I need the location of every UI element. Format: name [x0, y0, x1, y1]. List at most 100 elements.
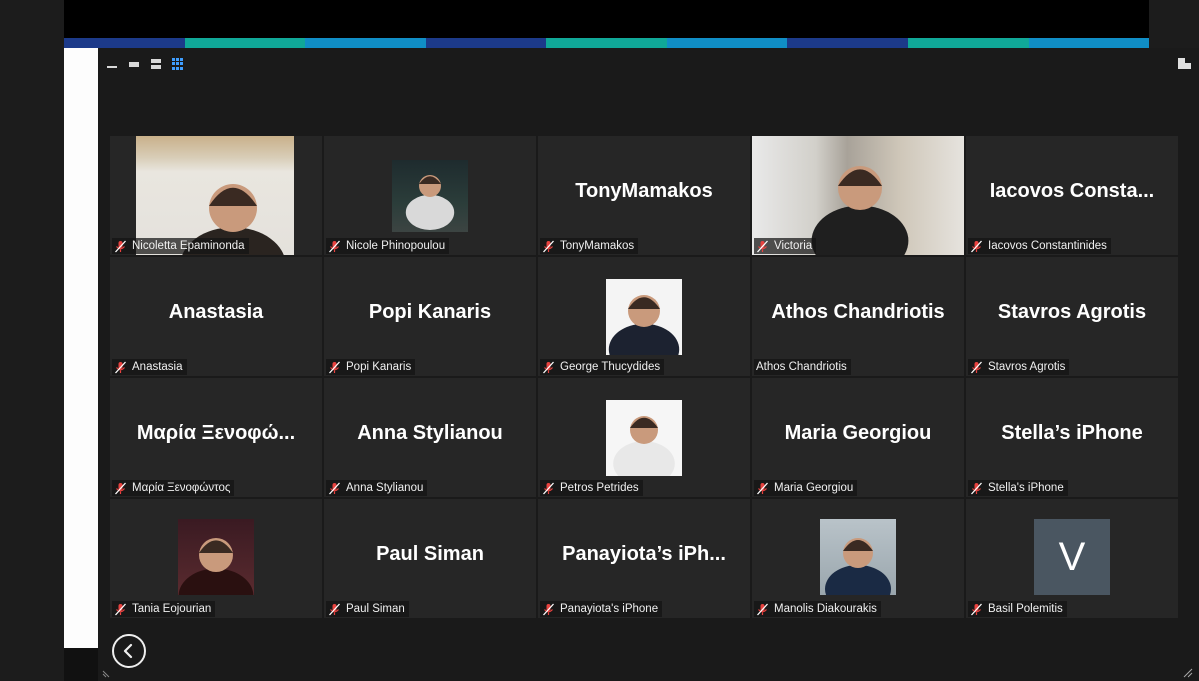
participant-tile[interactable]: Popi Kanaris Popi Kanaris: [324, 257, 536, 376]
participant-name-label: Μαρία Ξενοφώντος: [112, 480, 235, 496]
participant-video: [606, 279, 682, 355]
participant-name: Popi Kanaris: [346, 361, 412, 373]
participant-name-label: George Thucydides: [540, 359, 665, 375]
participant-tile[interactable]: Iacovos Consta... Iacovos Constantinides: [966, 136, 1178, 255]
participant-tile[interactable]: Μαρία Ξενοφώ... Μαρία Ξενοφώντος: [110, 378, 322, 497]
participant-name: Stella's iPhone: [988, 482, 1064, 494]
mic-muted-icon: [542, 603, 555, 616]
side-panel-bottom: [64, 648, 98, 681]
view-toolbar: [106, 56, 184, 72]
participant-display-name: Μαρία Ξενοφώ...: [136, 422, 296, 444]
screen-bezel-right: [1149, 0, 1199, 48]
grid-layout-icon[interactable]: [172, 58, 184, 70]
stripe-segment: [787, 38, 908, 48]
participant-name-label: Athos Chandriotis: [754, 359, 851, 375]
avatar: V: [1034, 519, 1110, 595]
participant-name: Basil Polemitis: [988, 603, 1063, 615]
participant-tile[interactable]: Panayiota’s iPh... Panayiota's iPhone: [538, 499, 750, 618]
participant-name: Μαρία Ξενοφώντος: [132, 482, 231, 494]
participant-name-label: Popi Kanaris: [326, 359, 416, 375]
resize-grip-right-icon[interactable]: [1183, 668, 1193, 678]
stripe-segment: [425, 38, 547, 48]
layout-toggle-icon[interactable]: [1178, 58, 1191, 69]
participant-name-label: Panayiota's iPhone: [540, 601, 663, 617]
participant-name: Victoria: [774, 240, 813, 252]
mic-muted-icon: [114, 603, 127, 616]
participant-tile[interactable]: Victoria: [752, 136, 964, 255]
participant-tile[interactable]: Nicole Phinopoulou: [324, 136, 536, 255]
participant-name-label: Anna Stylianou: [326, 480, 428, 496]
meeting-window: Nicoletta Epaminonda Nicole Phinopoulou To…: [98, 48, 1199, 681]
participant-video: [178, 519, 254, 595]
participant-name-label: TonyMamakos: [540, 238, 639, 254]
participant-name: George Thucydides: [560, 361, 661, 373]
participant-name-label: Tania Eojourian: [112, 601, 216, 617]
participant-display-name: Stavros Agrotis: [997, 301, 1147, 323]
participant-video: [392, 160, 468, 232]
participant-tile[interactable]: Petros Petrides: [538, 378, 750, 497]
participant-name: Nicoletta Epaminonda: [132, 240, 245, 252]
participant-tile[interactable]: Maria Georgiou Maria Georgiou: [752, 378, 964, 497]
participant-name: Petros Petrides: [560, 482, 639, 494]
mic-muted-icon: [970, 482, 983, 495]
mic-muted-icon: [970, 240, 983, 253]
mic-muted-icon: [114, 361, 127, 374]
participant-tile[interactable]: V Basil Polemitis: [966, 499, 1178, 618]
top-bar: [64, 0, 1149, 38]
participant-name: Tania Eojourian: [132, 603, 212, 615]
participant-display-name: Anastasia: [168, 301, 264, 323]
participant-tile[interactable]: Stavros Agrotis Stavros Agrotis: [966, 257, 1178, 376]
participant-name-label: Stella's iPhone: [968, 480, 1068, 496]
participant-display-name: Maria Georgiou: [784, 422, 932, 444]
participant-name-label: Maria Georgiou: [754, 480, 858, 496]
stripe-segment: [907, 38, 1029, 48]
resize-grip-left-icon[interactable]: [102, 670, 110, 678]
participant-tile[interactable]: George Thucydides: [538, 257, 750, 376]
participant-display-name: Anna Stylianou: [357, 422, 503, 444]
participant-display-name: TonyMamakos: [575, 180, 713, 202]
participant-name: Anna Stylianou: [346, 482, 424, 494]
participant-grid: Nicoletta Epaminonda Nicole Phinopoulou To…: [110, 136, 1178, 620]
stripe-segment: [546, 38, 667, 48]
accent-stripe: [64, 38, 1150, 48]
mic-muted-icon: [114, 482, 127, 495]
participant-tile[interactable]: Manolis Diakourakis: [752, 499, 964, 618]
participant-tile[interactable]: Stella’s iPhone Stella's iPhone: [966, 378, 1178, 497]
participant-tile[interactable]: Anastasia Anastasia: [110, 257, 322, 376]
participant-tile[interactable]: TonyMamakos TonyMamakos: [538, 136, 750, 255]
participant-name-label: Basil Polemitis: [968, 601, 1067, 617]
participant-name: Maria Georgiou: [774, 482, 854, 494]
mic-muted-icon: [756, 603, 769, 616]
mic-muted-icon: [756, 240, 769, 253]
back-button[interactable]: [112, 634, 146, 668]
minimize-icon[interactable]: [106, 58, 118, 70]
participant-name: Anastasia: [132, 361, 183, 373]
stripe-segment: [305, 38, 426, 48]
mic-muted-icon: [328, 240, 341, 253]
participant-name-label: Victoria: [754, 238, 817, 254]
participant-name: Iacovos Constantinides: [988, 240, 1107, 252]
participant-name-label: Paul Siman: [326, 601, 409, 617]
participant-tile[interactable]: Anna Stylianou Anna Stylianou: [324, 378, 536, 497]
stack-layout-icon[interactable]: [150, 58, 162, 70]
mic-muted-icon: [970, 361, 983, 374]
participant-name: Manolis Diakourakis: [774, 603, 877, 615]
mic-muted-icon: [542, 482, 555, 495]
mic-muted-icon: [542, 240, 555, 253]
participant-name-label: Stavros Agrotis: [968, 359, 1070, 375]
participant-display-name: Panayiota’s iPh...: [562, 543, 726, 565]
participant-tile[interactable]: Nicoletta Epaminonda: [110, 136, 322, 255]
participant-tile[interactable]: Paul Siman Paul Siman: [324, 499, 536, 618]
participant-display-name: Athos Chandriotis: [771, 301, 945, 323]
filmstrip-icon[interactable]: [128, 58, 140, 70]
participant-name-label: Iacovos Constantinides: [968, 238, 1111, 254]
participant-name-label: Nicoletta Epaminonda: [112, 238, 249, 254]
participant-display-name: Iacovos Consta...: [989, 180, 1155, 202]
side-panel-edge: [64, 48, 98, 648]
participant-name: Nicole Phinopoulou: [346, 240, 446, 252]
participant-tile[interactable]: Tania Eojourian: [110, 499, 322, 618]
mic-muted-icon: [328, 482, 341, 495]
stripe-segment: [1028, 38, 1150, 48]
participant-tile[interactable]: Athos Chandriotis Athos Chandriotis: [752, 257, 964, 376]
participant-name: Athos Chandriotis: [756, 361, 847, 373]
